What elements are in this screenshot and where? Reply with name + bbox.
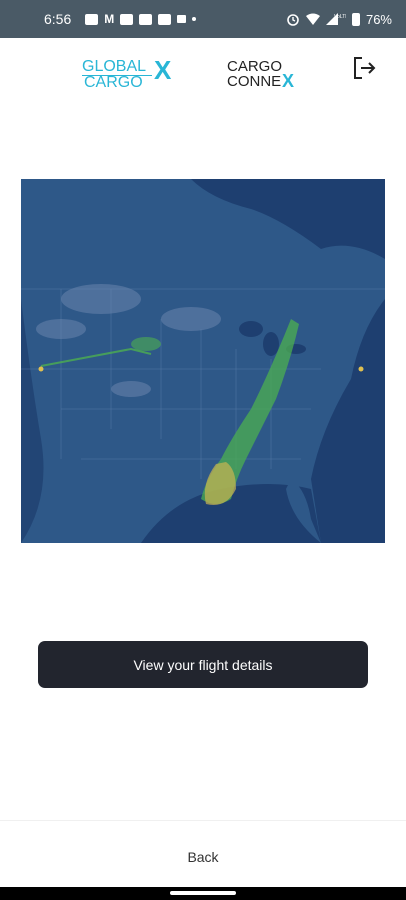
app-header: GLOBAL CARGO X CARGO CONNE X xyxy=(0,38,406,108)
global-logo-line2: CARGO xyxy=(84,74,143,91)
status-bar: 6:56 M VoLTE 76% xyxy=(0,0,406,38)
notification-icons: M xyxy=(85,12,197,26)
dot-icon xyxy=(192,17,197,21)
weather-radar-map-image xyxy=(21,179,385,543)
youtube-icon xyxy=(120,13,134,25)
global-logo-line1: GLOBAL xyxy=(82,58,146,75)
teams-icon xyxy=(158,13,172,25)
signal-icon: VoLTE xyxy=(325,13,346,25)
message-icon xyxy=(85,13,99,25)
svg-text:VoLTE: VoLTE xyxy=(334,14,346,20)
flight-map[interactable] xyxy=(21,179,385,543)
youtube-icon xyxy=(139,13,153,25)
global-logo-x: X xyxy=(154,55,172,85)
battery-percent: 76% xyxy=(365,11,392,27)
global-cargo-logo: GLOBAL CARGO X xyxy=(82,55,172,91)
back-button[interactable]: Back xyxy=(0,849,406,865)
footer: Back xyxy=(0,820,406,887)
wifi-icon xyxy=(305,13,320,25)
view-flight-details-button[interactable]: View your flight details xyxy=(38,641,368,688)
battery-icon xyxy=(351,12,360,26)
alarm-icon xyxy=(287,14,299,26)
cargo-connex-logo: CARGO CONNE X xyxy=(227,58,294,91)
m-app-icon: M xyxy=(104,12,115,26)
cargo-logo-x: X xyxy=(282,71,294,91)
logout-icon[interactable] xyxy=(352,55,378,81)
home-handle[interactable] xyxy=(170,891,236,895)
system-nav-bar xyxy=(0,887,406,900)
system-icons: VoLTE 76% xyxy=(286,12,392,27)
status-time: 6:56 xyxy=(44,11,72,27)
p-icon xyxy=(177,15,187,23)
cargo-logo-line2: CONNE xyxy=(227,73,281,90)
